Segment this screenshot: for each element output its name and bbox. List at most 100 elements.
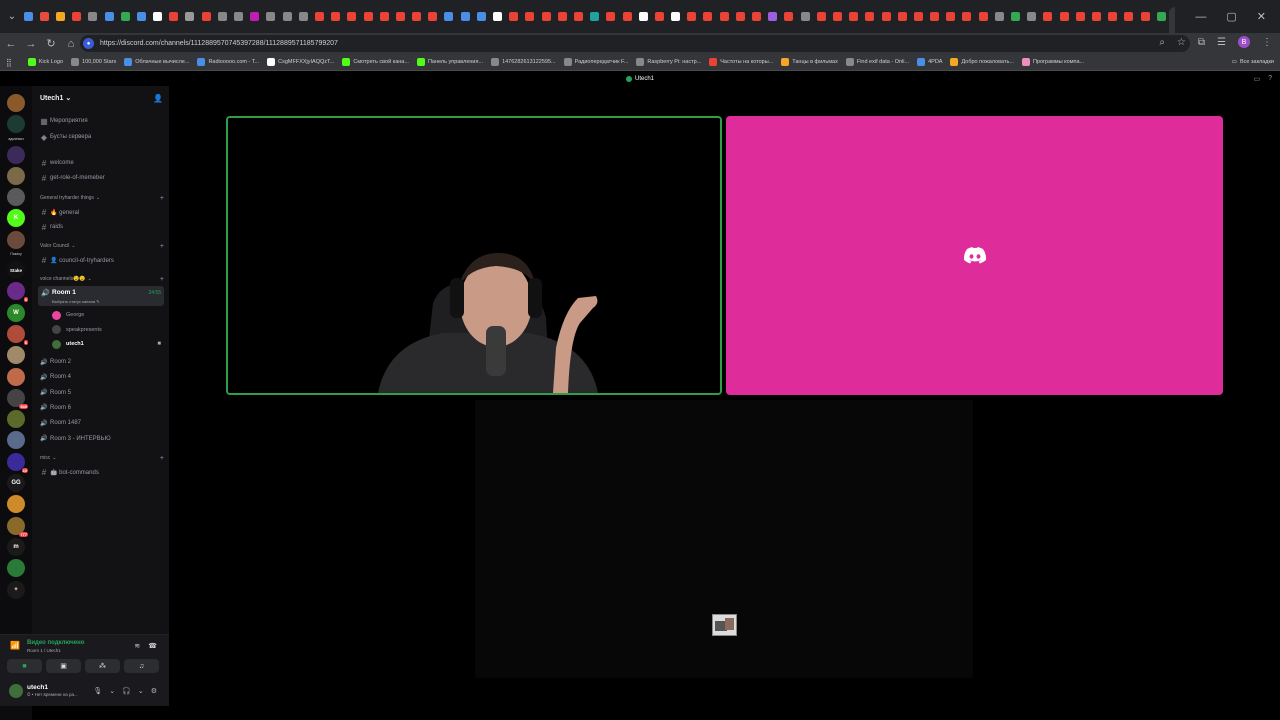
chevron-down-icon[interactable]: ⌄ xyxy=(138,687,144,695)
browser-tab[interactable] xyxy=(37,9,52,24)
browser-tab[interactable] xyxy=(620,9,635,24)
apps-icon[interactable]: ⣿ xyxy=(6,58,12,67)
voice-channel[interactable]: 🔊 Room 1487 xyxy=(38,416,164,430)
server-icon[interactable] xyxy=(7,94,25,112)
server-icon[interactable]: GG xyxy=(7,474,25,493)
browser-tab[interactable] xyxy=(263,9,278,24)
browser-tab[interactable] xyxy=(733,9,748,24)
browser-tab[interactable] xyxy=(85,9,100,24)
bookmark-item[interactable]: Облачные вычисле... xyxy=(124,58,189,66)
discord-avatar-tile[interactable] xyxy=(726,116,1223,395)
disconnect-icon[interactable]: ☎ xyxy=(148,642,157,650)
browser-tab[interactable] xyxy=(636,9,651,24)
browser-tab[interactable] xyxy=(361,9,376,24)
server-icon[interactable] xyxy=(7,367,25,386)
avatar[interactable] xyxy=(9,684,23,698)
server-icon[interactable]: Stake xyxy=(7,261,25,280)
browser-tab[interactable] xyxy=(506,9,521,24)
add-channel-icon[interactable]: + xyxy=(160,276,164,283)
bookmark-item[interactable]: Radiooooo.com - T... xyxy=(197,58,259,66)
webcam-tile[interactable] xyxy=(226,116,722,395)
browser-tab[interactable] xyxy=(1138,9,1153,24)
tab-search-icon[interactable]: ⌄ xyxy=(4,11,20,22)
add-channel-icon[interactable]: + xyxy=(160,455,164,462)
browser-tab[interactable] xyxy=(1105,9,1120,24)
activities-button[interactable]: ⁂ xyxy=(85,659,120,673)
channel-get-role[interactable]: # get-role-of-memeber xyxy=(38,171,164,185)
category-general[interactable]: General tryharder things ⌄ + xyxy=(40,195,164,202)
bookmark-star-icon[interactable]: ☆ xyxy=(1177,37,1186,48)
reload-icon[interactable]: ↻ xyxy=(42,37,60,50)
browser-tab[interactable] xyxy=(53,9,68,24)
browser-tab[interactable] xyxy=(943,9,958,24)
channel-council[interactable]: # 👤 council-of-tryharders xyxy=(38,253,164,267)
browser-tab[interactable] xyxy=(700,9,715,24)
close-window-icon[interactable]: ✕ xyxy=(1257,10,1266,23)
browser-tab[interactable] xyxy=(474,9,489,24)
channel-bot-commands[interactable]: # 🤖 bot-commands xyxy=(38,465,164,479)
browser-tab[interactable] xyxy=(555,9,570,24)
extensions-icon[interactable]: ⧉ xyxy=(1198,37,1205,48)
browser-tab[interactable] xyxy=(1057,9,1072,24)
browser-tab[interactable] xyxy=(1121,9,1136,24)
browser-tab[interactable] xyxy=(749,9,764,24)
browser-tab[interactable] xyxy=(296,9,311,24)
voice-channel-room-1[interactable]: 🔊 Room 1 Выбрать статус канала ✎ 24:55 xyxy=(38,286,164,306)
bookmark-item[interactable]: CsgMFFXXjyIAQQzT... xyxy=(267,58,334,66)
browser-tab[interactable] xyxy=(231,9,246,24)
browser-tab[interactable] xyxy=(668,9,683,24)
browser-tab[interactable] xyxy=(539,9,554,24)
category-misc[interactable]: misc ⌄ + xyxy=(40,455,164,462)
bookmark-item[interactable]: 1476282613122595... xyxy=(491,58,556,66)
browser-tab[interactable] xyxy=(441,9,456,24)
browser-tab[interactable] xyxy=(69,9,84,24)
bookmark-item[interactable]: Частоты на которы... xyxy=(709,58,773,66)
bookmark-item[interactable]: Панель управления... xyxy=(416,58,483,66)
bookmark-item[interactable]: 100,000 Stars xyxy=(71,58,116,66)
browser-tab[interactable] xyxy=(102,9,117,24)
browser-tab[interactable] xyxy=(344,9,359,24)
maximize-icon[interactable]: ▢ xyxy=(1226,10,1236,23)
server-icon[interactable] xyxy=(7,431,25,450)
sidebar-icon[interactable]: ☰ xyxy=(1217,37,1226,48)
browser-tab[interactable] xyxy=(166,9,181,24)
browser-tab[interactable] xyxy=(522,9,537,24)
microphone-icon[interactable]: 🎙 xyxy=(93,687,102,695)
voice-channel[interactable]: 🔊 Room 3 - ИНТЕРВЬЮ xyxy=(38,432,164,446)
server-icon[interactable] xyxy=(7,166,25,185)
browser-tab[interactable] xyxy=(312,9,327,24)
bookmark-item[interactable]: Программы компа... xyxy=(1021,58,1084,66)
channel-raids[interactable]: # raids xyxy=(38,220,164,234)
bookmark-item[interactable]: 4PDA xyxy=(917,58,942,66)
bookmark-item[interactable]: Танцы в фильмах xyxy=(781,58,838,66)
signal-icon[interactable]: 📶 xyxy=(10,641,20,650)
server-icon[interactable]: W xyxy=(7,303,25,322)
screen-share-button[interactable]: ▣ xyxy=(46,659,81,673)
browser-tab[interactable] xyxy=(1089,9,1104,24)
server-icon[interactable]: 6 xyxy=(7,324,28,345)
help-icon[interactable]: ? xyxy=(1268,75,1272,83)
server-icon[interactable] xyxy=(7,410,25,429)
browser-tab[interactable] xyxy=(798,9,813,24)
server-header[interactable]: Utech1 ⌄ 👤 xyxy=(32,86,169,110)
headphones-icon[interactable]: 🎧 xyxy=(122,687,131,695)
bookmark-item[interactable]: Kick Logo xyxy=(27,58,63,66)
browser-tab[interactable] xyxy=(21,9,36,24)
browser-tab[interactable] xyxy=(280,9,295,24)
voice-channel[interactable]: 🔊 Room 4 xyxy=(38,370,164,384)
browser-tab[interactable] xyxy=(976,9,991,24)
browser-tab[interactable] xyxy=(603,9,618,24)
browser-tab[interactable] xyxy=(393,9,408,24)
server-icon[interactable]: 6 xyxy=(7,282,28,303)
back-icon[interactable]: ← xyxy=(2,38,20,50)
server-icon[interactable]: 540 xyxy=(7,388,28,409)
channel-general[interactable]: # 🔥 general xyxy=(38,205,164,219)
category-voice[interactable]: voice channels😉😉 ⌄ + xyxy=(40,276,164,283)
server-icon[interactable]: 777 xyxy=(7,516,28,537)
voice-channel[interactable]: 🔊 Room 2 xyxy=(38,355,164,369)
browser-tab[interactable] xyxy=(215,9,230,24)
browser-tab[interactable] xyxy=(1040,9,1055,24)
sidebar-item-events[interactable]: ▦ Мероприятия xyxy=(38,114,164,128)
add-channel-icon[interactable]: + xyxy=(160,243,164,250)
browser-tab[interactable] xyxy=(846,9,861,24)
